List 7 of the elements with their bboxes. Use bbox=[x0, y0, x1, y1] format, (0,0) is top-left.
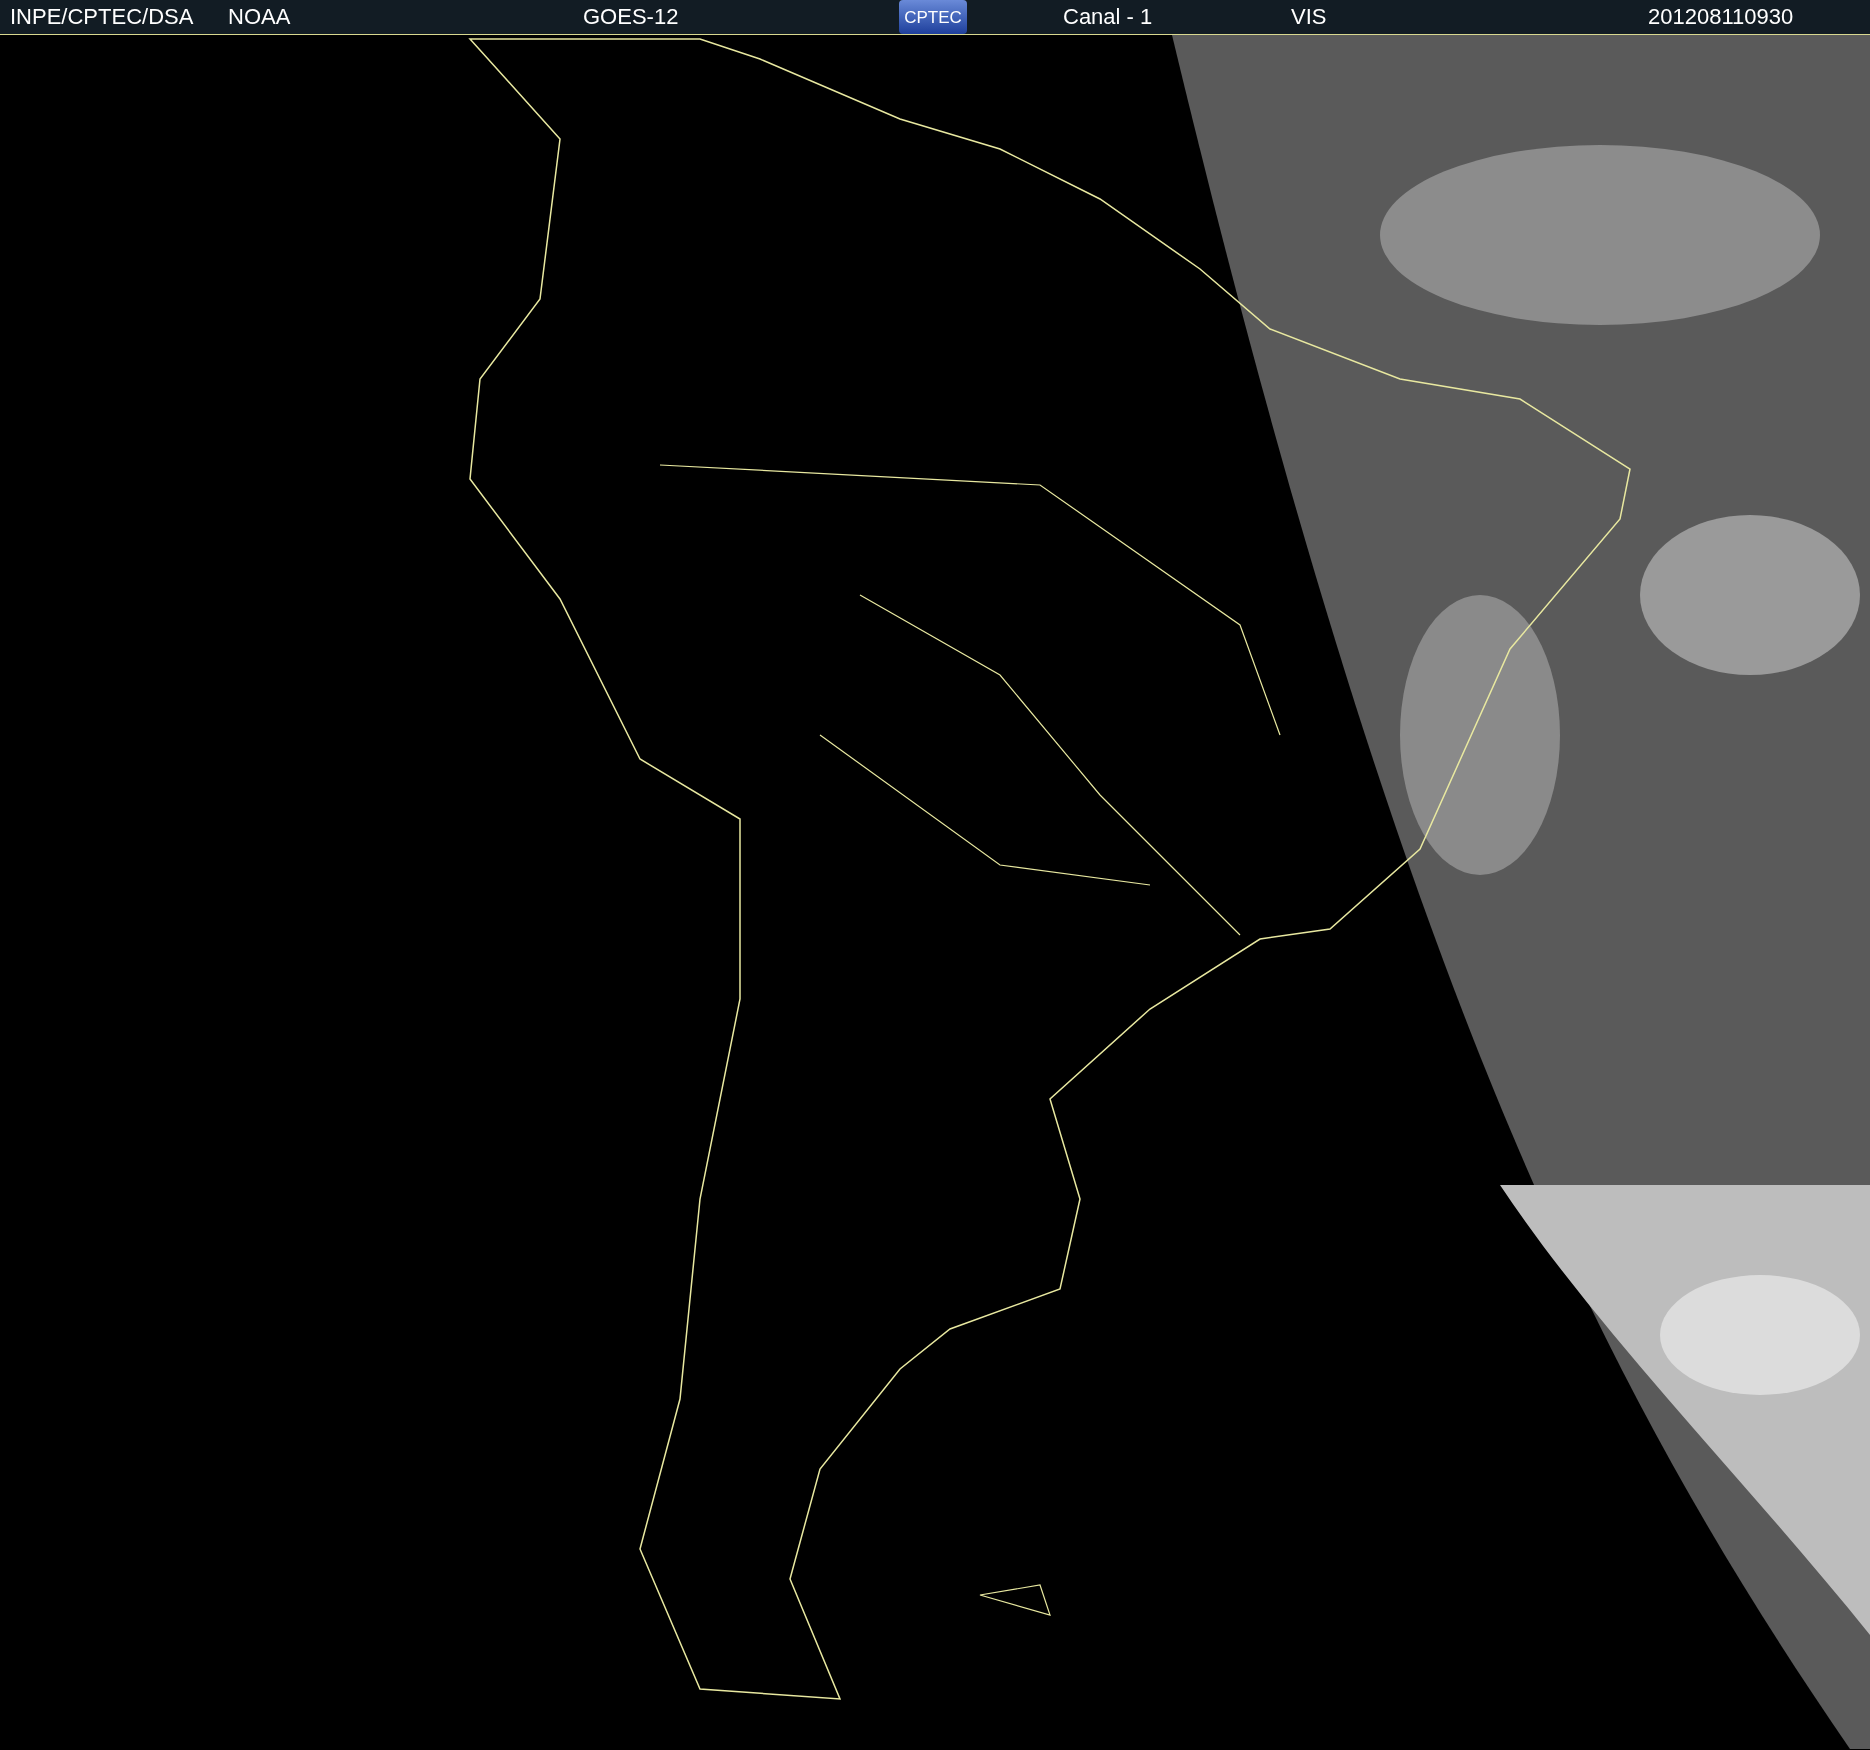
timestamp-label: 201208110930 bbox=[1648, 6, 1794, 28]
institution-label: INPE/CPTEC/DSA bbox=[10, 6, 195, 28]
band-label: VIS bbox=[1291, 6, 1328, 28]
logo: CPTEC bbox=[899, 0, 967, 34]
satellite-label: GOES-12 bbox=[583, 6, 680, 28]
channel-label: Canal - 1 bbox=[1063, 6, 1154, 28]
agency-label: NOAA bbox=[228, 6, 292, 28]
